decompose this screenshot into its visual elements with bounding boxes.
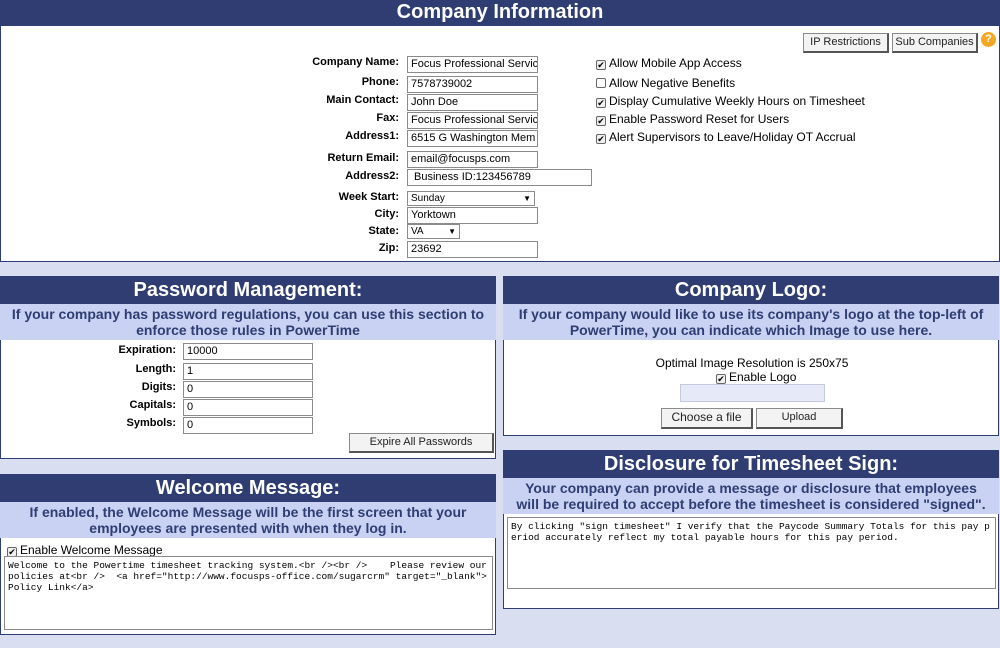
week-start-select[interactable]: Sunday ▼ — [407, 191, 535, 206]
main-contact-label: Main Contact: — [326, 94, 399, 106]
address2-label: Address2: — [345, 170, 399, 182]
logo-desc-text: If your company would like to use its co… — [518, 306, 984, 338]
week-start-value: Sunday — [411, 193, 445, 204]
fax-label: Fax: — [376, 112, 399, 124]
digits-input[interactable]: 0 — [183, 381, 313, 398]
week-start-label: Week Start: — [338, 191, 399, 203]
zip-label: Zip: — [378, 242, 399, 254]
address1-input[interactable]: 6515 G Washington Mem 2 — [407, 130, 538, 147]
allow-negative-benefits-label: Allow Negative Benefits — [609, 76, 736, 90]
capitals-label: Capitals: — [129, 399, 176, 411]
disclosure-description: Your company can provide a message or di… — [503, 478, 999, 514]
fax-input[interactable]: Focus Professional Services — [407, 112, 538, 129]
logo-header: Company Logo: — [503, 276, 999, 304]
alert-supervisors-checkbox[interactable]: ✔ Alert Supervisors to Leave/Holiday OT A… — [596, 130, 856, 144]
disclosure-title: Disclosure for Timesheet Sign: — [603, 453, 899, 475]
display-cumulative-hours-label: Display Cumulative Weekly Hours on Times… — [609, 94, 865, 108]
alert-supervisors-label: Alert Supervisors to Leave/Holiday OT Ac… — [609, 130, 856, 144]
enable-welcome-label: Enable Welcome Message — [20, 543, 163, 557]
expiration-input[interactable]: 10000 — [183, 343, 313, 360]
disclosure-panel: By clicking "sign timesheet" I verify th… — [503, 514, 999, 609]
enable-password-reset-checkbox[interactable]: ✔ Enable Password Reset for Users — [596, 112, 789, 126]
company-name-input[interactable]: Focus Professional Services — [407, 56, 538, 73]
logo-resolution-text: Optimal Image Resolution is 250x75 — [655, 356, 849, 370]
checkbox-checked-icon: ✔ — [596, 60, 606, 70]
state-value: VA — [411, 226, 424, 237]
sub-companies-button[interactable]: Sub Companies — [892, 33, 978, 53]
address2-input[interactable]: Business ID:123456789 — [407, 169, 592, 186]
enable-welcome-checkbox[interactable]: ✔ Enable Welcome Message — [7, 543, 163, 557]
password-header: Password Management: — [0, 276, 496, 304]
allow-mobile-app-checkbox[interactable]: ✔ Allow Mobile App Access — [596, 56, 742, 70]
company-info-panel: IP Restrictions Sub Companies ? Company … — [0, 26, 1000, 262]
return-email-label: Return Email: — [327, 152, 399, 164]
return-email-input[interactable]: email@focusps.com — [407, 151, 538, 168]
checkbox-checked-icon: ✔ — [716, 374, 726, 384]
welcome-panel: ✔ Enable Welcome Message Welcome to the P… — [0, 538, 496, 635]
chevron-down-icon: ▼ — [448, 227, 456, 236]
phone-label: Phone: — [361, 76, 399, 88]
length-label: Length: — [135, 363, 176, 375]
welcome-message-textarea[interactable]: Welcome to the Powertime timesheet track… — [4, 556, 493, 630]
chevron-down-icon: ▼ — [523, 194, 531, 203]
disclosure-textarea[interactable]: By clicking "sign timesheet" I verify th… — [507, 517, 996, 589]
upload-button[interactable]: Upload — [756, 408, 843, 429]
zip-input[interactable]: 23692 — [407, 241, 538, 258]
disclosure-desc-text: Your company can provide a message or di… — [516, 480, 986, 512]
help-icon-glyph: ? — [985, 33, 992, 45]
choose-file-button[interactable]: Choose a file — [661, 408, 753, 429]
company-info-title: Company Information — [396, 1, 604, 23]
display-cumulative-hours-checkbox[interactable]: ✔ Display Cumulative Weekly Hours on Time… — [596, 94, 865, 108]
help-icon[interactable]: ? — [981, 32, 996, 47]
allow-mobile-app-label: Allow Mobile App Access — [609, 56, 742, 70]
welcome-desc-text: If enabled, the Welcome Message will be … — [29, 504, 467, 536]
welcome-description: If enabled, the Welcome Message will be … — [0, 502, 496, 538]
city-label: City: — [374, 208, 399, 220]
welcome-header: Welcome Message: — [0, 474, 496, 502]
enable-logo-label: Enable Logo — [729, 370, 797, 384]
expire-all-passwords-button[interactable]: Expire All Passwords — [349, 433, 494, 453]
digits-label: Digits: — [141, 381, 176, 393]
password-desc-text: If your company has password regulations… — [11, 306, 485, 338]
symbols-input[interactable]: 0 — [183, 417, 313, 434]
length-input[interactable]: 1 — [183, 363, 313, 380]
city-input[interactable]: Yorktown — [407, 207, 538, 224]
logo-panel: Optimal Image Resolution is 250x75 ✔ Enab… — [503, 340, 999, 436]
enable-password-reset-label: Enable Password Reset for Users — [609, 112, 790, 126]
expiration-label: Expiration: — [118, 344, 176, 356]
company-name-label: Company Name: — [312, 56, 399, 68]
password-panel: Expiration: Length: Digits: Capitals: Sy… — [0, 340, 496, 459]
checkbox-checked-icon: ✔ — [596, 98, 606, 108]
enable-logo-checkbox[interactable]: ✔ Enable Logo — [716, 370, 796, 384]
disclosure-header: Disclosure for Timesheet Sign: — [503, 450, 999, 478]
company-info-header: Company Information — [0, 0, 1000, 26]
state-label: State: — [368, 225, 399, 237]
password-title: Password Management: — [133, 279, 363, 301]
symbols-label: Symbols: — [126, 417, 176, 429]
phone-input[interactable]: 7578739002 — [407, 76, 538, 93]
allow-negative-benefits-checkbox[interactable]: Allow Negative Benefits — [596, 76, 735, 90]
checkbox-checked-icon: ✔ — [596, 116, 606, 126]
password-description: If your company has password regulations… — [0, 304, 496, 340]
logo-description: If your company would like to use its co… — [503, 304, 999, 340]
logo-title: Company Logo: — [674, 279, 828, 301]
logo-file-path-field — [680, 384, 825, 402]
checkbox-unchecked-icon — [596, 78, 606, 88]
ip-restrictions-button[interactable]: IP Restrictions — [803, 33, 889, 53]
capitals-input[interactable]: 0 — [183, 399, 313, 416]
state-select[interactable]: VA ▼ — [407, 224, 460, 239]
welcome-title: Welcome Message: — [155, 477, 341, 499]
checkbox-checked-icon: ✔ — [596, 134, 606, 144]
address1-label: Address1: — [345, 130, 399, 142]
main-contact-input[interactable]: John Doe — [407, 94, 538, 111]
